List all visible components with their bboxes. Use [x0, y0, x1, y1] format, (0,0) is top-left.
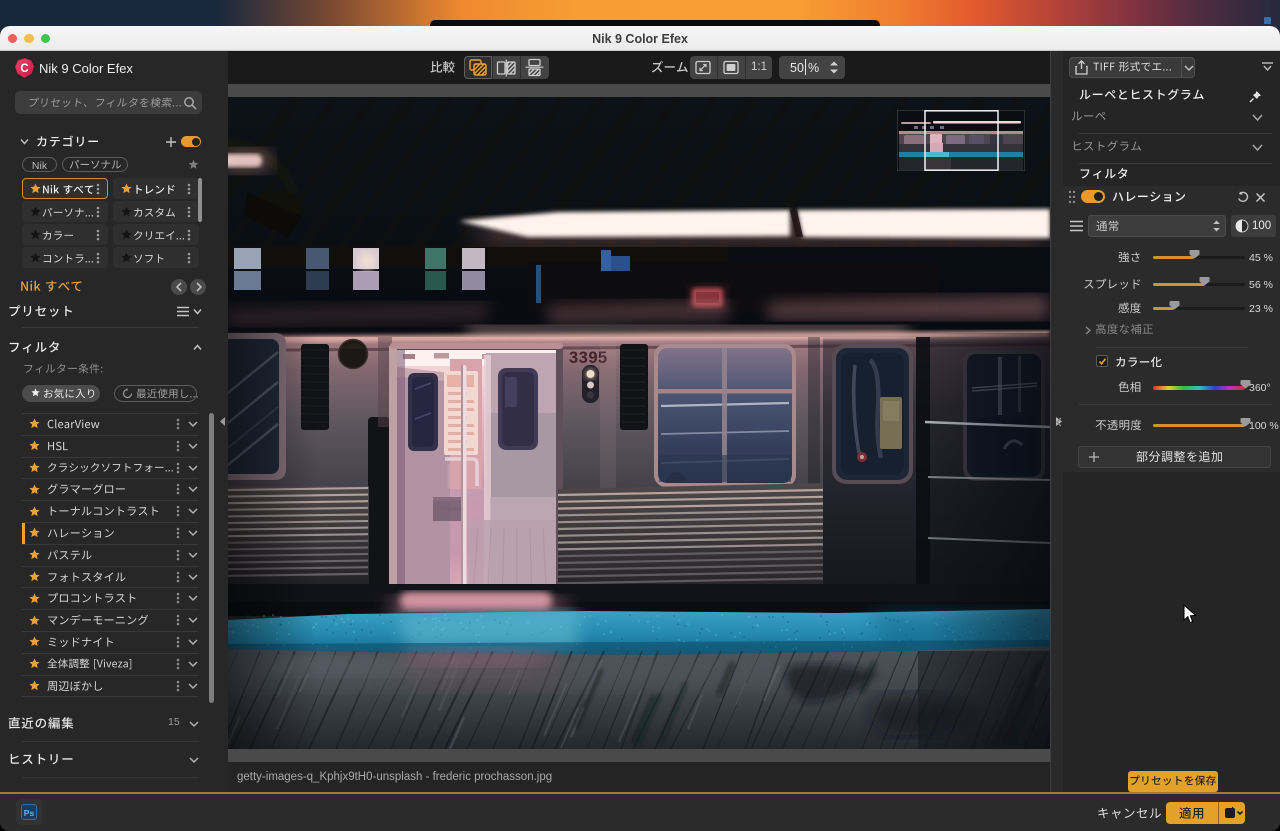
svg-text:C: C [20, 63, 28, 75]
